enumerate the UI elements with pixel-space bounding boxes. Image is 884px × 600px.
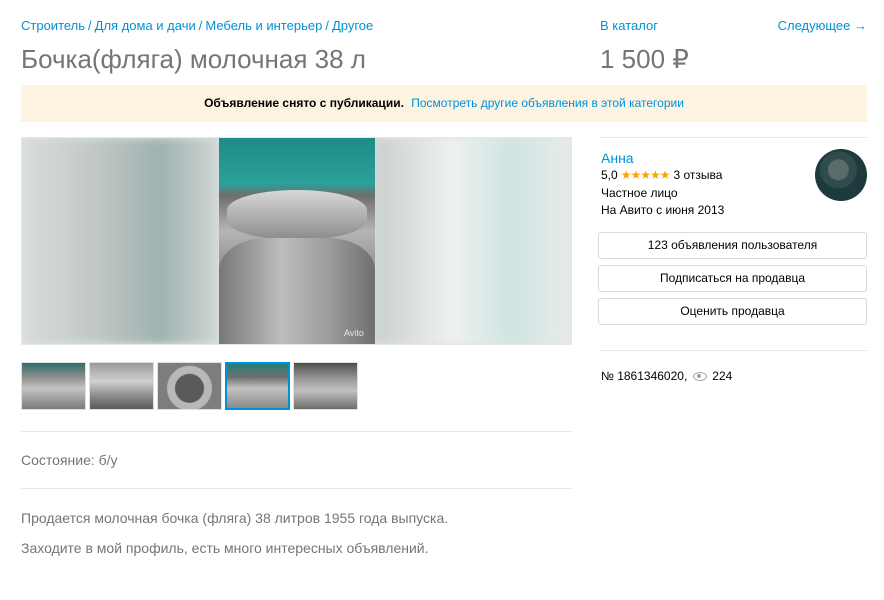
seller-rating: 5,0 ★★★★★ 3 отзыва (601, 168, 722, 182)
breadcrumb-separator: / (325, 18, 329, 33)
gallery-blur-left (22, 138, 219, 344)
breadcrumb-item-builder[interactable]: Строитель (21, 18, 85, 33)
description-line: Продается молочная бочка (фляга) 38 литр… (21, 510, 449, 526)
user-ads-button[interactable]: 123 объявления пользователя (598, 232, 867, 259)
thumbnail[interactable] (293, 362, 358, 410)
breadcrumb-item-furniture[interactable]: Мебель и интерьер (205, 18, 322, 33)
thumbnail[interactable] (157, 362, 222, 410)
thumbnail[interactable] (21, 362, 86, 410)
avito-watermark: Avito (344, 328, 364, 338)
thumbnail-active[interactable] (225, 362, 290, 410)
main-photo[interactable] (219, 138, 375, 344)
ad-meta: № 1861346020, 224 (601, 369, 732, 383)
view-count: 224 (712, 369, 733, 383)
photo-gallery[interactable]: Avito (21, 137, 572, 345)
unpublished-notice: Объявление снято с публикации. Посмотрет… (21, 85, 867, 122)
divider (600, 137, 867, 138)
breadcrumb-separator: / (198, 18, 203, 33)
seller-type: Частное лицо (601, 186, 678, 200)
next-ad-link[interactable]: Следующее → (778, 18, 867, 33)
divider (21, 488, 572, 489)
avatar[interactable] (815, 149, 867, 201)
rate-seller-button[interactable]: Оценить продавца (598, 298, 867, 325)
seller-since: На Авито с июня 2013 (601, 203, 725, 217)
thumbnail[interactable] (89, 362, 154, 410)
rating-value: 5,0 (601, 168, 618, 182)
other-ads-in-category-link[interactable]: Посмотреть другие объявления в этой кате… (411, 96, 684, 110)
breadcrumb-item-home-garden[interactable]: Для дома и дачи (95, 18, 196, 33)
eye-icon (693, 371, 708, 381)
price: 1 500 ₽ (600, 44, 689, 74)
to-catalog-link[interactable]: В каталог (600, 18, 658, 33)
page-title: Бочка(фляга) молочная 38 л (21, 44, 366, 74)
breadcrumb: Строитель / Для дома и дачи / Мебель и интер… (21, 18, 373, 33)
reviews-link[interactable]: 3 отзыва (673, 168, 722, 182)
divider (600, 350, 867, 351)
star-rating-icon: ★★★★★ (620, 168, 671, 182)
description-line: Заходите в мой профиль, есть много интер… (21, 540, 429, 556)
milk-can-lid (227, 190, 367, 240)
breadcrumb-separator: / (88, 18, 92, 33)
notice-text: Объявление снято с публикации. (204, 96, 404, 110)
ad-number: № 1861346020, (601, 369, 688, 383)
gallery-blur-right (374, 138, 571, 344)
divider (21, 431, 572, 432)
subscribe-seller-button[interactable]: Подписаться на продавца (598, 265, 867, 292)
breadcrumb-item-other[interactable]: Другое (332, 18, 373, 33)
seller-name-link[interactable]: Анна (601, 150, 634, 166)
item-condition: Состояние: б/у (21, 452, 118, 468)
